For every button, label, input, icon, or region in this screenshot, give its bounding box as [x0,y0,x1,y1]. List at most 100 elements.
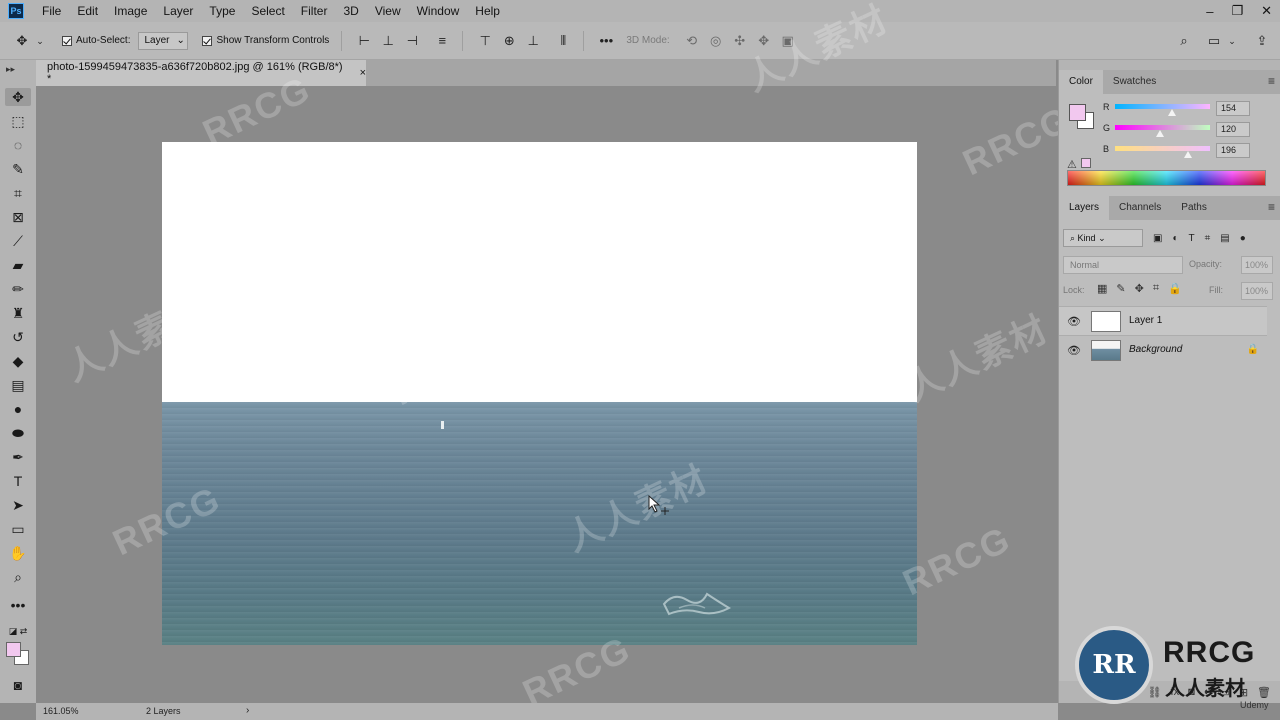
more-options-icon[interactable]: ••• [598,33,614,49]
align-vertical-icon[interactable]: ≡ [434,33,450,49]
canvas-area[interactable] [36,86,1056,703]
menu-view[interactable]: View [367,0,409,22]
menu-type[interactable]: Type [201,0,243,22]
lock-all-icon[interactable]: 🔒 [1168,282,1182,295]
auto-select-checkbox[interactable]: Auto-Select: [62,35,130,46]
green-value-field[interactable]: 120 [1216,122,1250,137]
workspace-chevron-icon[interactable]: ⌄ [1224,33,1240,49]
preset-dropdown-chevron-icon[interactable]: ⌄ [32,33,48,49]
marquee-tool-icon[interactable]: ⬚ [9,112,27,130]
pixel-filter-icon[interactable]: ▣ [1153,233,1162,244]
align-bottom-icon[interactable]: ⊥ [525,33,541,49]
align-top-icon[interactable]: ⊤ [477,33,493,49]
close-window-button[interactable]: ✕ [1261,3,1272,19]
align-middle-icon[interactable]: ⊕ [501,33,517,49]
toolbar-collapse-handle[interactable]: ▸▸ [0,60,36,86]
hand-tool-icon[interactable]: ✋ [9,544,27,562]
show-transform-checkbox[interactable]: Show Transform Controls [202,35,329,46]
restore-button[interactable]: ❐ [1231,3,1243,19]
tab-color[interactable]: Color [1059,70,1103,94]
color-spectrum-ramp[interactable] [1067,170,1266,186]
shape-filter-icon[interactable]: ⌗ [1205,233,1211,244]
eraser-tool-icon[interactable]: ◆ [9,352,27,370]
menu-filter[interactable]: Filter [293,0,336,22]
zoom-level[interactable]: 161.05% [43,706,79,716]
show-transform-check-icon[interactable] [202,35,213,46]
type-filter-icon[interactable]: T [1189,233,1195,244]
visibility-eye-icon[interactable]: 👁 [1067,315,1081,328]
menu-layer[interactable]: Layer [155,0,201,22]
document-tab[interactable]: photo-1599459473835-a636f720b802.jpg @ 1… [36,60,366,86]
lock-transparency-icon[interactable]: ▦ [1097,282,1107,295]
move-tool-preset-icon[interactable]: ✥ [14,33,30,49]
workspace-icon[interactable]: ▭ [1206,33,1222,49]
distribute-icon[interactable]: ⫴ [555,33,571,49]
align-left-icon[interactable]: ⊢ [356,33,372,49]
blue-slider-thumb[interactable] [1184,151,1193,158]
smart-object-filter-icon[interactable]: ▤ [1220,233,1229,244]
red-slider-track[interactable] [1115,104,1210,109]
adjustment-filter-icon[interactable]: ◐ [1172,233,1178,244]
3d-roll-icon[interactable]: ◎ [708,33,724,49]
menu-3d[interactable]: 3D [335,0,366,22]
green-slider-thumb[interactable] [1155,130,1164,137]
lock-pixels-icon[interactable]: ✎ [1116,282,1125,295]
menu-select[interactable]: Select [243,0,292,22]
tab-paths[interactable]: Paths [1171,196,1217,220]
filter-toggle-icon[interactable]: ● [1240,233,1246,244]
gamut-swatch[interactable] [1081,158,1091,168]
visibility-eye-icon[interactable]: 👁 [1067,344,1081,357]
3d-camera-icon[interactable]: ▣ [780,33,796,49]
blue-value-field[interactable]: 196 [1216,143,1250,158]
rectangle-tool-icon[interactable]: ▭ [9,520,27,538]
tab-swatches[interactable]: Swatches [1103,70,1166,94]
menu-edit[interactable]: Edit [69,0,106,22]
opacity-field[interactable]: 100% [1241,256,1273,274]
type-tool-icon[interactable]: T [9,472,27,490]
auto-select-check-icon[interactable] [62,35,72,46]
3d-slide-icon[interactable]: ✥ [756,33,772,49]
foreground-color-swatch[interactable] [6,642,21,657]
gradient-tool-icon[interactable]: ▤ [9,376,27,394]
quick-selection-tool-icon[interactable]: ✎ [9,160,27,178]
menu-help[interactable]: Help [467,0,508,22]
zoom-tool-icon[interactable]: ⌕ [9,568,27,586]
blue-slider-track[interactable] [1115,146,1210,151]
document-canvas[interactable] [162,142,917,645]
brush-tool-icon[interactable]: ✏ [9,280,27,298]
lasso-tool-icon[interactable]: ◌ [9,136,27,154]
move-tool-icon[interactable]: ✥ [5,88,31,106]
tab-layers[interactable]: Layers [1059,196,1110,220]
lock-artboard-icon[interactable]: ⌗ [1153,282,1159,295]
frame-tool-icon[interactable]: ⊠ [9,208,27,226]
kind-filter-dropdown[interactable]: ⌕ Kind ⌄ [1063,229,1143,247]
auto-select-target-dropdown[interactable]: Layer ⌄ [138,31,189,50]
panel-menu-icon[interactable]: ≡ [1268,74,1275,88]
eyedropper-tool-icon[interactable]: ⟋ [9,232,27,250]
pen-tool-icon[interactable]: ✒ [9,448,27,466]
default-swap-colors-icon[interactable]: ◪ ⇄ [4,622,32,640]
color-panel-foreground-swatch[interactable] [1069,104,1086,121]
blur-tool-icon[interactable]: ● [9,400,27,418]
menu-window[interactable]: Window [409,0,468,22]
lock-position-icon[interactable]: ✥ [1135,282,1144,295]
align-center-icon[interactable]: ⊥ [380,33,396,49]
red-slider-thumb[interactable] [1168,109,1177,116]
close-tab-icon[interactable]: × [360,67,366,79]
status-menu-arrow-icon[interactable]: › [246,705,249,716]
dodge-tool-icon[interactable]: ⬬ [9,424,27,442]
3d-orbit-icon[interactable]: ⟲ [684,33,700,49]
search-icon[interactable]: ⌕ [1176,33,1192,49]
layer-row-layer-1[interactable]: 👁 Layer 1 [1059,306,1267,335]
align-right-icon[interactable]: ⊣ [404,33,420,49]
red-value-field[interactable]: 154 [1216,101,1250,116]
path-selection-tool-icon[interactable]: ➤ [9,496,27,514]
minimize-button[interactable]: – [1206,4,1213,19]
share-icon[interactable]: ⇪ [1254,33,1270,49]
3d-pan-icon[interactable]: ✣ [732,33,748,49]
layer-row-background[interactable]: 👁 Background 🔒 [1059,335,1267,364]
clone-stamp-tool-icon[interactable]: ♜ [9,304,27,322]
edit-toolbar-icon[interactable]: ••• [9,596,27,614]
healing-brush-tool-icon[interactable]: ▰ [9,256,27,274]
tab-channels[interactable]: Channels [1109,196,1171,220]
